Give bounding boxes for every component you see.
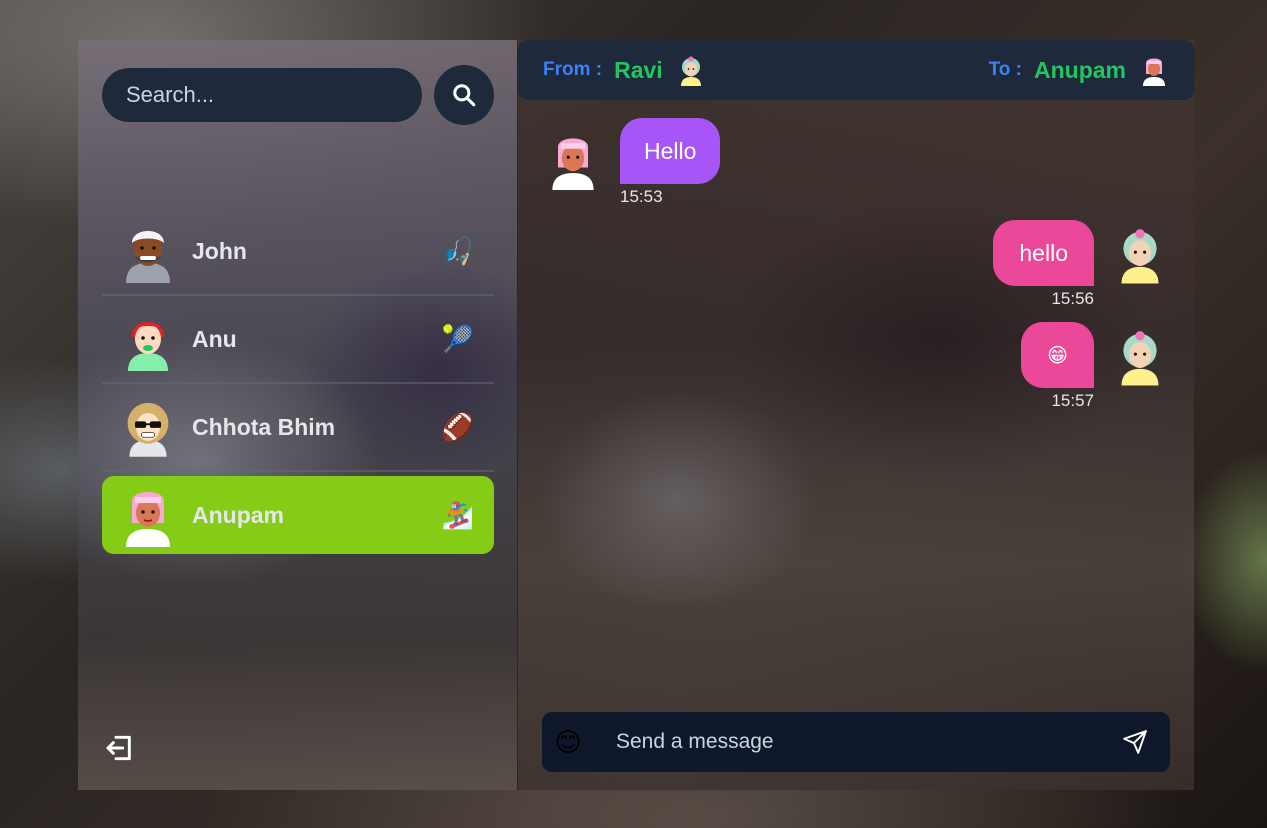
sunglasses-avatar — [122, 395, 174, 459]
search-bar — [102, 65, 494, 125]
chat-header: From : Ravi To : Anupam — [518, 40, 1194, 100]
logout-button[interactable] — [104, 732, 136, 769]
contact-list: John 🎣 Anu 🎾 Chhota Bhim 🏈 Anupam 🏂 — [102, 208, 494, 554]
from-label: From : — [543, 59, 603, 80]
red-hair-woman-avatar — [122, 307, 174, 371]
message-input[interactable] — [616, 730, 1120, 754]
send-button[interactable] — [1120, 727, 1150, 757]
contact-anupam[interactable]: Anupam 🏂 — [102, 476, 494, 554]
message-bubble: hello — [993, 220, 1094, 286]
search-icon — [453, 84, 476, 107]
emoji-picker-button[interactable]: 😊 — [552, 726, 584, 758]
search-input[interactable] — [102, 68, 422, 122]
from-section: From : Ravi — [543, 54, 705, 86]
pink-hair-avatar — [122, 483, 174, 547]
contact-name: John — [192, 237, 247, 264]
to-label: To : — [988, 59, 1022, 80]
sender-avatar — [677, 54, 705, 86]
turban-man-avatar — [122, 219, 174, 283]
sender-avatar — [1116, 224, 1164, 284]
smiley-icon: 😊 — [554, 726, 582, 757]
contact-name: Anupam — [192, 501, 284, 528]
message-outgoing: hello 15:56 — [993, 220, 1164, 309]
logout-icon — [106, 735, 131, 761]
to-name: Anupam — [1034, 56, 1126, 83]
message-bubble: Hello — [620, 118, 721, 184]
contact-anu[interactable]: Anu 🎾 — [102, 296, 494, 384]
message-outgoing: 😁 15:57 — [1021, 322, 1164, 411]
chat-app: John 🎣 Anu 🎾 — [78, 40, 1194, 790]
message-composer: 😊 — [542, 712, 1170, 772]
sender-avatar — [1116, 326, 1164, 386]
chat-panel: From : Ravi To : Anupam Hello 15:53 hell… — [518, 40, 1194, 790]
football-icon: 🏈 — [441, 411, 475, 442]
tennis-icon: 🎾 — [441, 323, 475, 354]
message-time: 15:53 — [620, 187, 663, 206]
from-name: Ravi — [614, 56, 663, 83]
send-icon — [1123, 730, 1147, 754]
message-time: 15:57 — [1051, 391, 1094, 410]
recipient-avatar — [1140, 54, 1168, 86]
search-button[interactable] — [434, 65, 494, 125]
contact-john[interactable]: John 🎣 — [102, 208, 494, 296]
contact-name: Anu — [192, 325, 237, 352]
contact-avatar — [548, 130, 598, 190]
to-section: To : Anupam — [989, 54, 1168, 86]
message-bubble: 😁 — [1021, 322, 1094, 388]
fishing-icon: 🎣 — [441, 235, 475, 266]
contact-name: Chhota Bhim — [192, 413, 336, 440]
snowboard-icon: 🏂 — [441, 499, 475, 530]
sidebar: John 🎣 Anu 🎾 — [78, 40, 518, 790]
message-time: 15:56 — [1051, 289, 1094, 308]
contact-chhota-bhim[interactable]: Chhota Bhim 🏈 — [102, 384, 494, 472]
message-incoming: Hello 15:53 — [548, 118, 721, 207]
